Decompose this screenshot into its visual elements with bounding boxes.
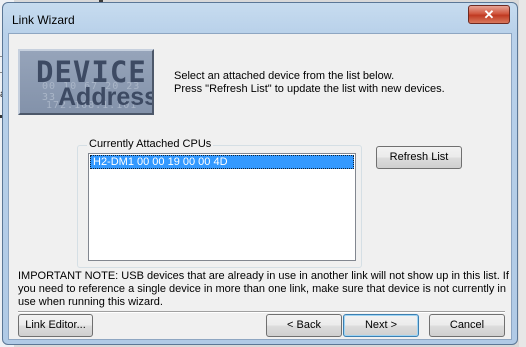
intro-text: Select an attached device from the list …	[174, 70, 445, 96]
important-note: IMPORTANT NOTE: USB devices that are alr…	[18, 270, 509, 308]
cpu-listbox[interactable]: H2-DM1 00 00 19 00 00 4D	[88, 153, 356, 261]
cancel-button[interactable]: Cancel	[429, 314, 505, 337]
cpu-list-item[interactable]: H2-DM1 00 00 19 00 00 4D	[90, 155, 354, 169]
button-separator	[18, 311, 505, 313]
next-button[interactable]: Next >	[343, 314, 419, 337]
close-button[interactable]: ✕	[468, 5, 510, 24]
dialog-client-area: 00 10 67 20 23 33 172.168.1.101 DEVICE A…	[8, 33, 512, 340]
back-button[interactable]: < Back	[266, 314, 342, 337]
window-title: Link Wizard	[12, 13, 75, 27]
device-address-logo: 00 10 67 20 23 33 172.168.1.101 DEVICE A…	[18, 49, 154, 115]
link-wizard-window: Link Wizard ✕ 00 10 67 20 23 33 172.168.…	[2, 2, 518, 345]
intro-line: Select an attached device from the list …	[174, 70, 395, 82]
refresh-list-button[interactable]: Refresh List	[376, 146, 462, 169]
close-icon: ✕	[483, 7, 495, 22]
logo-text-address: Address	[58, 83, 154, 111]
background-right-edge	[519, 0, 526, 347]
link-editor-button[interactable]: Link Editor...	[18, 314, 93, 337]
attached-cpus-label: Currently Attached CPUs	[87, 138, 214, 150]
intro-line: Press "Refresh List" to update the list …	[174, 83, 445, 95]
